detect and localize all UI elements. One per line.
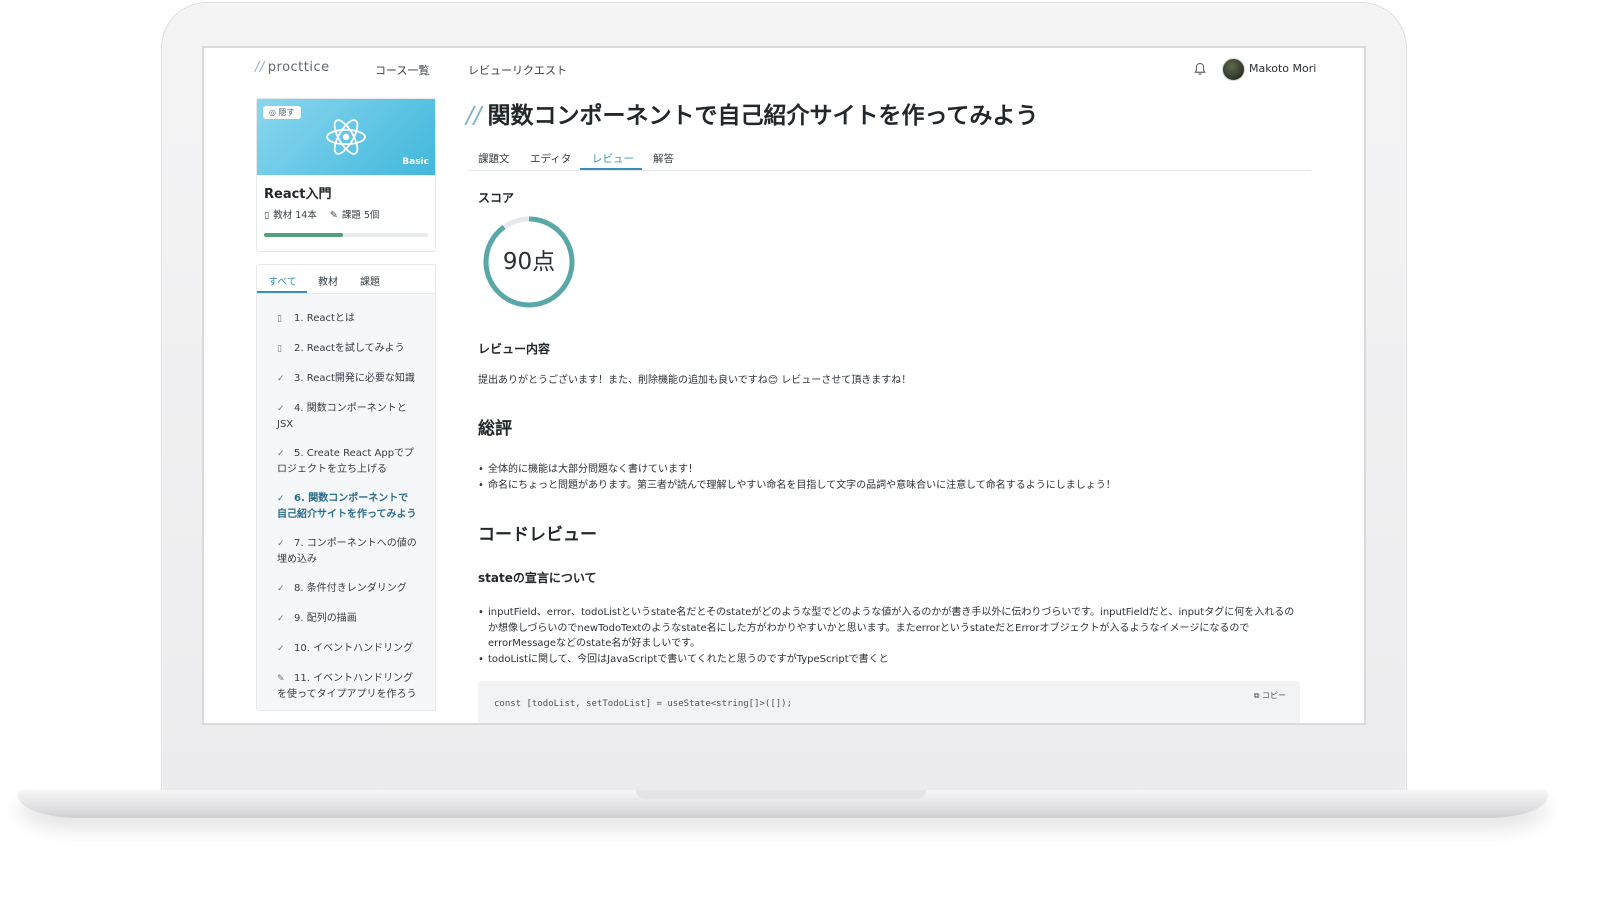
check-icon: ✓ — [277, 539, 285, 549]
lesson-label: 11. イベントハンドリングを使ってタイプアプリを作ろう — [277, 673, 417, 700]
check-icon: ✓ — [277, 494, 285, 504]
lesson-label: 5. Create React Appでプロジェクトを立ち上げる — [277, 448, 415, 475]
lesson-item[interactable]: ✓ 10. イベントハンドリング — [277, 641, 417, 657]
materials-count: 教材 14本 — [273, 210, 317, 221]
code-review-heading: コードレビュー — [478, 525, 597, 545]
lesson-label: 6. 関数コンポーネントで自己紹介サイトを作ってみよう — [277, 493, 417, 520]
lesson-item[interactable]: ✓ 6. 関数コンポーネントで自己紹介サイトを作ってみよう — [277, 491, 417, 522]
hide-label: 隠す — [278, 108, 295, 117]
check-icon: ✓ — [277, 614, 285, 624]
check-icon: ✓ — [277, 404, 285, 414]
lesson-item[interactable]: ✎ 11. イベントハンドリングを使ってタイプアプリを作ろう — [277, 671, 417, 702]
lesson-label: 8. 条件付きレンダリング — [294, 583, 407, 594]
eye-icon: ◎ — [269, 108, 279, 117]
brand-logo[interactable]: //procttice — [255, 60, 330, 75]
bell-icon[interactable] — [1193, 62, 1207, 76]
lesson-tab-materials[interactable]: 教材 — [318, 273, 338, 288]
main-tabs: 課題文 エディタ レビュー 解答 — [468, 148, 1311, 171]
lesson-label: 1. Reactとは — [294, 313, 355, 324]
pencil-icon: ✎ — [277, 674, 285, 684]
review-intro: 提出ありがとうございます！また、削除機能の追加も良いですね😊 レビューさせて頂き… — [478, 375, 912, 386]
summary-list: 全体的に機能は大部分問題なく書けています！ 命名にちょっと問題があります。第三者… — [478, 462, 1308, 493]
tab-answer[interactable]: 解答 — [653, 151, 674, 166]
lesson-item[interactable]: ✓ 9. 配列の描画 — [277, 611, 417, 627]
logo-slash: // — [255, 60, 265, 75]
lesson-tab-assignments[interactable]: 課題 — [360, 273, 380, 288]
pencil-icon: ✎ — [329, 210, 338, 221]
lesson-label: 9. 配列の描画 — [294, 613, 357, 624]
review-content-heading: レビュー内容 — [478, 342, 551, 356]
course-banner: ◎ 隠す Basic — [257, 99, 435, 175]
course-card[interactable]: ◎ 隠す Basic React入門 ▯ 教材 14本 ✎ 課題 5個 — [256, 98, 436, 252]
code-snippet: const [todoList, setTodoList] = useState… — [494, 699, 793, 709]
lesson-item[interactable]: ▯ 1. Reactとは — [277, 311, 417, 327]
check-icon: ✓ — [277, 644, 285, 654]
score-value: 90点 — [502, 249, 556, 275]
check-icon: ✓ — [277, 584, 285, 594]
book-icon: ▯ — [277, 314, 282, 324]
page-title-text: 関数コンポーネントで自己紹介サイトを作ってみよう — [487, 103, 1039, 129]
assignments-count: 課題 5個 — [341, 210, 380, 221]
user-name[interactable]: Makoto Mori — [1249, 62, 1316, 75]
title-slash: // — [466, 103, 482, 129]
check-icon: ✓ — [277, 449, 285, 459]
summary-heading: 総評 — [478, 419, 512, 439]
copy-label: コピー — [1262, 691, 1286, 700]
state-point: inputField、error、todoListというstate名だとそのst… — [478, 605, 1298, 652]
lesson-tab-underline — [257, 291, 307, 293]
lesson-item[interactable]: ✓ 3. React開発に必要な知識 — [277, 371, 417, 387]
state-list: inputField、error、todoListというstate名だとそのst… — [478, 605, 1298, 667]
score-gauge: 90点 — [481, 214, 577, 310]
logo-text: procttice — [267, 60, 330, 75]
lesson-item[interactable]: ✓ 5. Create React Appでプロジェクトを立ち上げる — [277, 446, 417, 477]
course-title: React入門 — [264, 187, 332, 202]
code-block: const [todoList, setTodoList] = useState… — [478, 681, 1300, 723]
lesson-label: 3. React開発に必要な知識 — [294, 373, 415, 384]
lesson-list: ▯ 1. Reactとは ▯ 2. Reactを試してみよう ✓ 3. React開発に必… — [277, 311, 417, 710]
app-screen: //procttice コース一覧 レビューリクエスト Makoto Mori … — [202, 46, 1366, 725]
book-icon: ▯ — [277, 344, 282, 354]
copy-button[interactable]: ⧉ コピー — [1254, 690, 1286, 701]
tab-underline — [580, 168, 642, 170]
lesson-item[interactable]: ✓ 4. 関数コンポーネントとJSX — [277, 401, 417, 432]
course-progress-fill — [264, 233, 343, 237]
lesson-item[interactable]: ✓ 8. 条件付きレンダリング — [277, 581, 417, 597]
course-meta: ▯ 教材 14本 ✎ 課題 5個 — [264, 207, 383, 221]
lesson-tabs: すべて 教材 課題 — [257, 265, 435, 294]
course-progress-bar — [264, 233, 428, 237]
tab-editor[interactable]: エディタ — [530, 151, 571, 166]
lesson-label: 4. 関数コンポーネントとJSX — [277, 403, 407, 430]
nav-course-list[interactable]: コース一覧 — [375, 62, 429, 78]
react-icon — [326, 119, 366, 155]
lesson-label: 10. イベントハンドリング — [294, 643, 414, 654]
score-heading: スコア — [478, 191, 515, 205]
laptop-notch — [636, 790, 926, 799]
lesson-label: 7. コンポーネントへの値の埋め込み — [277, 538, 417, 565]
lesson-label: 2. Reactを試してみよう — [294, 343, 405, 354]
state-point: todoListに関して、今回はJavaScriptで書いてくれたと思うのですが… — [478, 652, 1298, 668]
state-heading: stateの宣言について — [478, 571, 597, 585]
page-title: //関数コンポーネントで自己紹介サイトを作ってみよう — [466, 96, 1038, 130]
summary-point: 全体的に機能は大部分問題なく書けています！ — [478, 462, 1308, 478]
tab-assignment-text[interactable]: 課題文 — [478, 151, 510, 166]
lesson-tab-all[interactable]: すべて — [268, 273, 297, 288]
lesson-item[interactable]: ▯ 2. Reactを試してみよう — [277, 341, 417, 357]
summary-point: 命名にちょっと問題があります。第三者が読んで理解しやすい命名を目指して文字の品詞… — [478, 478, 1308, 494]
nav-review-request[interactable]: レビューリクエスト — [468, 62, 567, 78]
lesson-panel: すべて 教材 課題 ▯ 1. Reactとは ▯ 2. Reactを試してみよう ✓ 3.… — [256, 264, 436, 711]
hide-toggle[interactable]: ◎ 隠す — [263, 106, 301, 119]
avatar[interactable] — [1222, 58, 1245, 81]
book-icon: ▯ — [264, 210, 270, 221]
check-icon: ✓ — [277, 374, 285, 384]
lesson-item[interactable]: ✓ 7. コンポーネントへの値の埋め込み — [277, 536, 417, 567]
level-badge: Basic — [402, 157, 429, 167]
copy-icon: ⧉ — [1253, 691, 1262, 700]
tab-review[interactable]: レビュー — [592, 151, 634, 166]
